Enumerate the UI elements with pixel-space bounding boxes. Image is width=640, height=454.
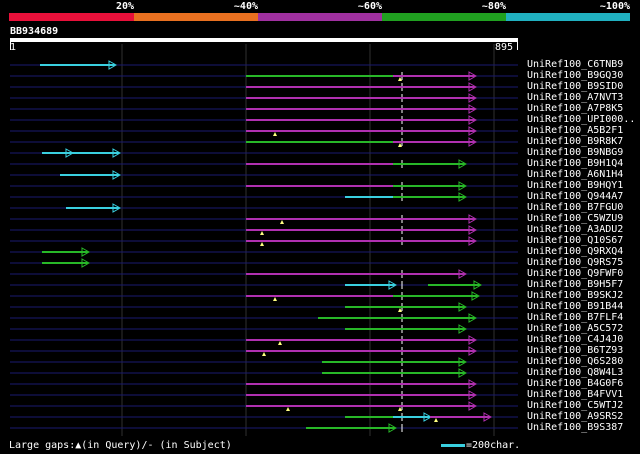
query-gap-marker [398, 143, 402, 147]
query-gap-marker [262, 352, 266, 356]
hit-label-link[interactable]: UniRef100_B9HQY1 [527, 180, 623, 191]
hit-label-link[interactable]: UniRef100_A3ADU2 [527, 224, 623, 235]
hit-label-link[interactable]: UniRef100_B9NBG9 [527, 147, 623, 158]
hit-label-link[interactable]: UniRef100_Q8W4L3 [527, 367, 623, 378]
hit-label-link[interactable]: UniRef100_B9R8K7 [527, 136, 623, 147]
query-gap-marker [278, 341, 282, 345]
hit-label-link[interactable]: UniRef100_Q9RS75 [527, 257, 623, 268]
hit-label-link[interactable]: UniRef100_Q9RXQ4 [527, 246, 623, 257]
query-gap-marker [398, 407, 402, 411]
hit-label-link[interactable]: UniRef100_C6TNB9 [527, 59, 623, 70]
hit-label-link[interactable]: UniRef100_B9H1Q4 [527, 158, 623, 169]
query-gap-marker [260, 231, 264, 235]
hit-label-link[interactable]: UniRef100_B9SID0 [527, 81, 623, 92]
query-gap-marker [434, 418, 438, 422]
query-gap-marker [286, 407, 290, 411]
hit-label-link[interactable]: UniRef100_C4J4J0 [527, 334, 623, 345]
hit-label-link[interactable]: UniRef100_B7FLF4 [527, 312, 623, 323]
hit-label-link[interactable]: UniRef100_A5C572 [527, 323, 623, 334]
hit-label-link[interactable]: UniRef100_A9SRS2 [527, 411, 623, 422]
hit-label-link[interactable]: UniRef100_A6N1H4 [527, 169, 623, 180]
hit-label-link[interactable]: UniRef100_Q9FWF0 [527, 268, 623, 279]
hit-label-link[interactable]: UniRef100_B6TZ93 [527, 345, 623, 356]
hit-label-link[interactable]: UniRef100_B7FGU0 [527, 202, 623, 213]
query-gap-marker [273, 132, 277, 136]
hit-label-link[interactable]: UniRef100_B9SKJ2 [527, 290, 623, 301]
query-gap-marker [260, 242, 264, 246]
hit-label-link[interactable]: UniRef100_Q10S67 [527, 235, 623, 246]
hit-label-link[interactable]: UniRef100_Q944A7 [527, 191, 623, 202]
hit-label-link[interactable]: UniRef100_B9S387 [527, 422, 623, 433]
query-gap-marker [273, 297, 277, 301]
large-gaps-legend: Large gaps:▲(in Query)/- (in Subject) [9, 440, 232, 451]
query-gap-marker [280, 220, 284, 224]
hit-label-link[interactable]: UniRef100_A7P8K5 [527, 103, 623, 114]
hit-label-link[interactable]: UniRef100_B9GQ30 [527, 70, 623, 81]
query-gap-marker [398, 308, 402, 312]
hit-label-link[interactable]: UniRef100_A5B2F1 [527, 125, 623, 136]
hit-label-link[interactable]: UniRef100_UPI000.. [527, 114, 635, 125]
query-gap-marker [398, 77, 402, 81]
hit-label-link[interactable]: UniRef100_Q6S280 [527, 356, 623, 367]
scale-bar [441, 444, 465, 447]
hit-label-link[interactable]: UniRef100_B4G0F6 [527, 378, 623, 389]
hit-label-link[interactable]: UniRef100_A7NVT3 [527, 92, 623, 103]
scale-label: =200char. [466, 440, 521, 451]
blast-graphic-viewer: 20% ~40% ~60% ~80% ~100% BB934689 1 895 … [0, 0, 640, 454]
hit-label-link[interactable]: UniRef100_B9H5F7 [527, 279, 623, 290]
hit-label-link[interactable]: UniRef100_B91B44 [527, 301, 623, 312]
hit-label-link[interactable]: UniRef100_B4FVV1 [527, 389, 623, 400]
hit-label-link[interactable]: UniRef100_C5WTJ2 [527, 400, 623, 411]
hit-label-link[interactable]: UniRef100_C5WZU9 [527, 213, 623, 224]
